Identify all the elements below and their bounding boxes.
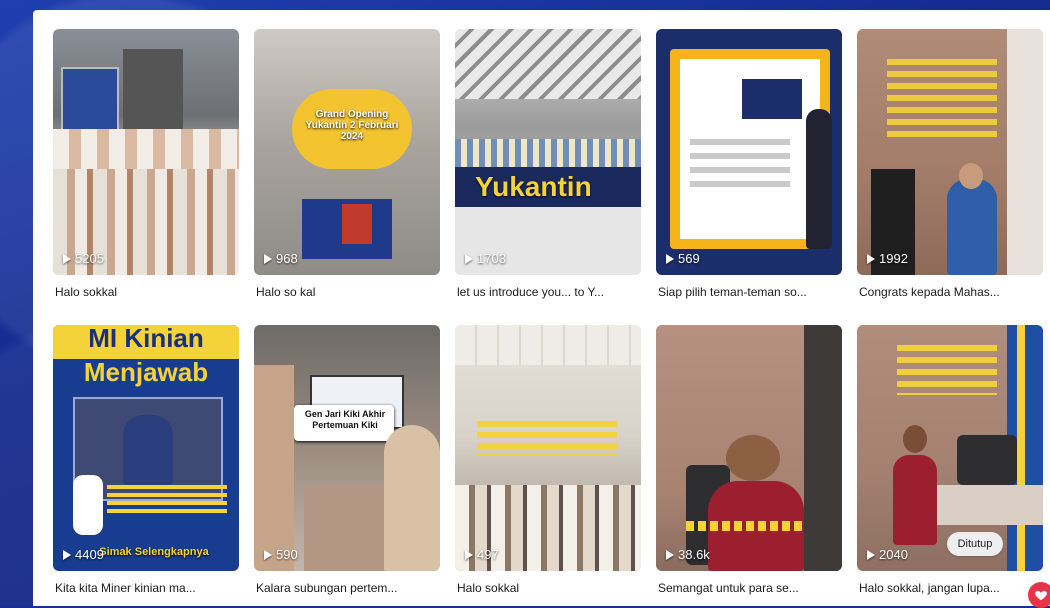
play-icon [465, 253, 473, 264]
video-card[interactable]: 2040 Halo sokkal, jangan lupa... [857, 325, 1043, 595]
play-icon [465, 549, 473, 560]
video-card[interactable]: 1992 Congrats kepada Mahas... [857, 29, 1043, 299]
play-icon [63, 549, 71, 560]
view-count: 590 [264, 547, 298, 562]
video-card[interactable]: Yukantin 1703 let us introduce you... to… [455, 29, 641, 299]
video-card[interactable]: MI Kinian Menjawab Simak Selengkapnya 44… [53, 325, 239, 595]
menjawab-title: Menjawab [83, 357, 209, 387]
video-caption[interactable]: Halo sokkal [455, 581, 639, 595]
video-caption[interactable]: Semangat untuk para se... [656, 581, 840, 595]
play-icon [63, 253, 71, 264]
video-thumbnail[interactable]: Gen Jari Kiki Akhir Pertemuan Kiki 590 [254, 325, 440, 571]
heart-icon-shape [1035, 590, 1047, 601]
view-count: 38.6k [666, 547, 710, 562]
video-caption[interactable]: Halo so kal [254, 285, 438, 299]
video-card[interactable]: 5205 Halo sokkal [53, 29, 239, 299]
view-count: 1992 [867, 251, 908, 266]
close-button[interactable]: Ditutup [947, 532, 1003, 556]
video-thumbnail[interactable]: 1992 [857, 29, 1043, 275]
video-caption[interactable]: Congrats kepada Mahas... [857, 285, 1041, 299]
grand-opening-label: Grand Opening Yukantin 2 Februari 2024 [305, 109, 399, 142]
video-caption[interactable]: let us introduce you... to Y... [455, 285, 639, 299]
view-count: 497 [465, 547, 499, 562]
caption-bubble: Gen Jari Kiki Akhir Pertemuan Kiki [304, 409, 386, 430]
video-card[interactable]: 497 Halo sokkal [455, 325, 641, 595]
video-caption[interactable]: Kita kita Miner kinian ma... [53, 581, 237, 595]
view-count: 968 [264, 251, 298, 266]
video-thumbnail[interactable]: 569 [656, 29, 842, 275]
video-thumbnail[interactable]: 5205 [53, 29, 239, 275]
view-count: 1703 [465, 251, 506, 266]
yukantin-sign: Yukantin [475, 171, 592, 202]
heart-icon[interactable] [1028, 582, 1050, 608]
video-card[interactable]: Grand Opening Yukantin 2 Februari 2024 9… [254, 29, 440, 299]
play-icon [867, 549, 875, 560]
video-caption[interactable]: Kalara subungan pertem... [254, 581, 438, 595]
video-thumbnail[interactable]: MI Kinian Menjawab Simak Selengkapnya 44… [53, 325, 239, 571]
play-icon [264, 253, 272, 264]
view-count: 2040 [867, 547, 908, 562]
video-thumbnail[interactable]: 38.6k [656, 325, 842, 571]
video-grid-panel: 5205 Halo sokkal Grand Opening Yukantin … [33, 10, 1050, 606]
video-card[interactable]: Gen Jari Kiki Akhir Pertemuan Kiki 590 K… [254, 325, 440, 595]
view-count: 5205 [63, 251, 104, 266]
view-count: 569 [666, 251, 700, 266]
video-caption[interactable]: Siap pilih teman-teman so... [656, 285, 840, 299]
video-thumbnail[interactable]: 497 [455, 325, 641, 571]
play-icon [867, 253, 875, 264]
video-caption[interactable]: Halo sokkal, jangan lupa... [857, 581, 1041, 595]
video-thumbnail[interactable]: Grand Opening Yukantin 2 Februari 2024 9… [254, 29, 440, 275]
video-thumbnail[interactable]: Yukantin 1703 [455, 29, 641, 275]
video-caption[interactable]: Halo sokkal [53, 285, 237, 299]
play-icon [264, 549, 272, 560]
play-icon [666, 549, 674, 560]
video-card[interactable]: 569 Siap pilih teman-teman so... [656, 29, 842, 299]
video-card[interactable]: 38.6k Semangat untuk para se... [656, 325, 842, 595]
mi-kinian-title: MI Kinian [88, 325, 204, 353]
view-count: 4409 [63, 547, 104, 562]
play-icon [666, 253, 674, 264]
